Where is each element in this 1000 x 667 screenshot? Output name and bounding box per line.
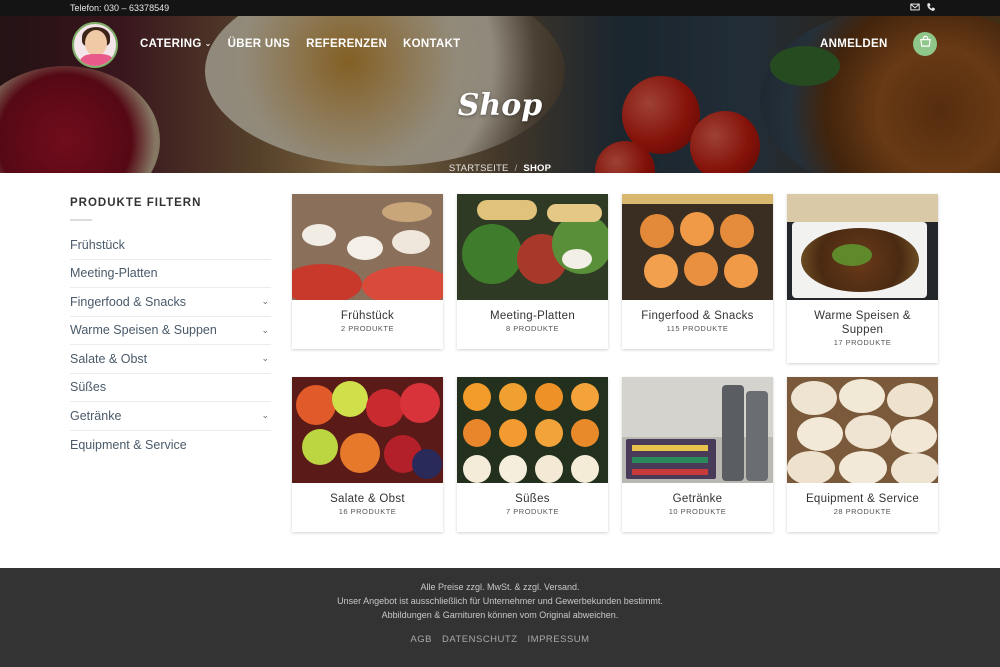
top-bar-icons — [910, 2, 936, 12]
category-image-warme-speisen — [787, 194, 938, 300]
category-image-fruehstueck — [292, 194, 443, 300]
category-card-fingerfood[interactable]: Fingerfood & Snacks 115 PRODUKTE — [622, 194, 773, 349]
category-count: 10 PRODUKTE — [668, 507, 727, 516]
category-name: Frühstück — [340, 310, 395, 322]
page-title: Shop — [457, 88, 543, 123]
main-nav: CATERING ⌄ ÜBER UNS REFERENZEN KONTAKT — [140, 38, 461, 50]
nav-item-ueber-uns[interactable]: ÜBER UNS — [228, 38, 290, 50]
category-card-fruehstueck[interactable]: Frühstück 2 PRODUKTE — [292, 194, 443, 349]
category-count: 16 PRODUKTE — [338, 507, 397, 516]
category-list: Frühstück Meeting-Platten Fingerfood & S… — [70, 231, 271, 459]
sidebar-title: PRODUKTE FILTERN — [70, 197, 202, 209]
footer-note-images: Abbildungen & Garnituren können vom Orig… — [381, 610, 619, 620]
category-item-getraenke[interactable]: Getränke ⌄ — [70, 402, 271, 431]
category-count: 8 PRODUKTE — [506, 324, 559, 333]
login-link[interactable]: ANMELDEN — [820, 38, 888, 50]
category-card-equipment[interactable]: Equipment & Service 28 PRODUKTE — [787, 377, 938, 532]
category-item-equipment[interactable]: Equipment & Service — [70, 431, 271, 460]
category-image-salate-obst — [292, 377, 443, 483]
phone-number[interactable]: Telefon: 030 – 63378549 — [70, 3, 169, 13]
category-item-salate-obst[interactable]: Salate & Obst ⌄ — [70, 345, 271, 374]
category-name: Equipment & Service — [805, 493, 920, 505]
breadcrumb-home-link[interactable]: STARTSEITE — [449, 163, 509, 173]
footer: Alle Preise zzgl. MwSt. & zzgl. Versand.… — [0, 568, 1000, 667]
footer-note-prices: Alle Preise zzgl. MwSt. & zzgl. Versand. — [420, 582, 580, 592]
filter-sidebar: PRODUKTE FILTERN Frühstück Meeting-Platt… — [70, 197, 271, 459]
brand-logo[interactable] — [72, 22, 118, 68]
footer-links: AGB DATENSCHUTZ IMPRESSUM — [0, 634, 1000, 645]
category-name: Salate & Obst — [330, 493, 405, 505]
category-item-fruehstueck[interactable]: Frühstück — [70, 231, 271, 260]
category-count: 2 PRODUKTE — [341, 324, 394, 333]
footer-note-audience: Unser Angebot ist ausschließlich für Unt… — [337, 596, 663, 606]
category-name: Meeting-Platten — [489, 310, 576, 322]
nav-item-kontakt[interactable]: KONTAKT — [403, 38, 460, 50]
category-image-meeting-platten — [457, 194, 608, 300]
phone-icon[interactable] — [926, 2, 936, 12]
category-card-suesses[interactable]: Süßes 7 PRODUKTE — [457, 377, 608, 532]
basket-icon — [919, 35, 932, 53]
footer-link-agb[interactable]: AGB — [410, 634, 432, 645]
category-item-meeting-platten[interactable]: Meeting-Platten — [70, 260, 271, 288]
category-card-salate-obst[interactable]: Salate & Obst 16 PRODUKTE — [292, 377, 443, 532]
category-count: 115 PRODUKTE — [666, 324, 729, 333]
mail-icon[interactable] — [910, 2, 920, 12]
category-image-fingerfood — [622, 194, 773, 300]
chevron-down-icon[interactable]: ⌄ — [261, 325, 269, 336]
category-name: Süßes — [515, 493, 550, 505]
category-card-getraenke[interactable]: Getränke 10 PRODUKTE — [622, 377, 773, 532]
category-count: 28 PRODUKTE — [833, 507, 892, 516]
category-image-getraenke — [622, 377, 773, 483]
category-name: Getränke — [672, 493, 723, 505]
title-divider — [70, 219, 92, 221]
category-name: Fingerfood & Snacks — [641, 310, 754, 322]
chevron-down-icon[interactable]: ⌄ — [261, 353, 269, 364]
category-item-fingerfood[interactable]: Fingerfood & Snacks ⌄ — [70, 288, 271, 317]
breadcrumb-separator: / — [514, 163, 518, 173]
cart-button[interactable] — [913, 32, 937, 56]
top-bar: Telefon: 030 – 63378549 — [0, 0, 1000, 16]
category-count: 7 PRODUKTE — [506, 507, 559, 516]
nav-item-catering[interactable]: CATERING ⌄ — [140, 38, 212, 50]
category-image-equipment — [787, 377, 938, 483]
breadcrumb: STARTSEITE / SHOP — [0, 163, 1000, 173]
hero-banner: CATERING ⌄ ÜBER UNS REFERENZEN KONTAKT A… — [0, 16, 1000, 173]
category-card-meeting-platten[interactable]: Meeting-Platten 8 PRODUKTE — [457, 194, 608, 349]
category-card-warme-speisen[interactable]: Warme Speisen & Suppen 17 PRODUKTE — [787, 194, 938, 363]
category-image-suesses — [457, 377, 608, 483]
breadcrumb-current: SHOP — [523, 163, 552, 173]
chevron-down-icon[interactable]: ⌄ — [261, 296, 269, 307]
nav-item-referenzen[interactable]: REFERENZEN — [306, 38, 387, 50]
footer-link-datenschutz[interactable]: DATENSCHUTZ — [442, 634, 518, 645]
category-item-warme-speisen[interactable]: Warme Speisen & Suppen ⌄ — [70, 317, 271, 345]
chevron-down-icon: ⌄ — [204, 39, 212, 48]
chevron-down-icon[interactable]: ⌄ — [261, 410, 269, 421]
category-count: 17 PRODUKTE — [833, 338, 892, 347]
category-name: Warme Speisen & Suppen — [814, 310, 911, 336]
footer-link-impressum[interactable]: IMPRESSUM — [528, 634, 590, 645]
category-item-suesses[interactable]: Süßes — [70, 374, 271, 402]
